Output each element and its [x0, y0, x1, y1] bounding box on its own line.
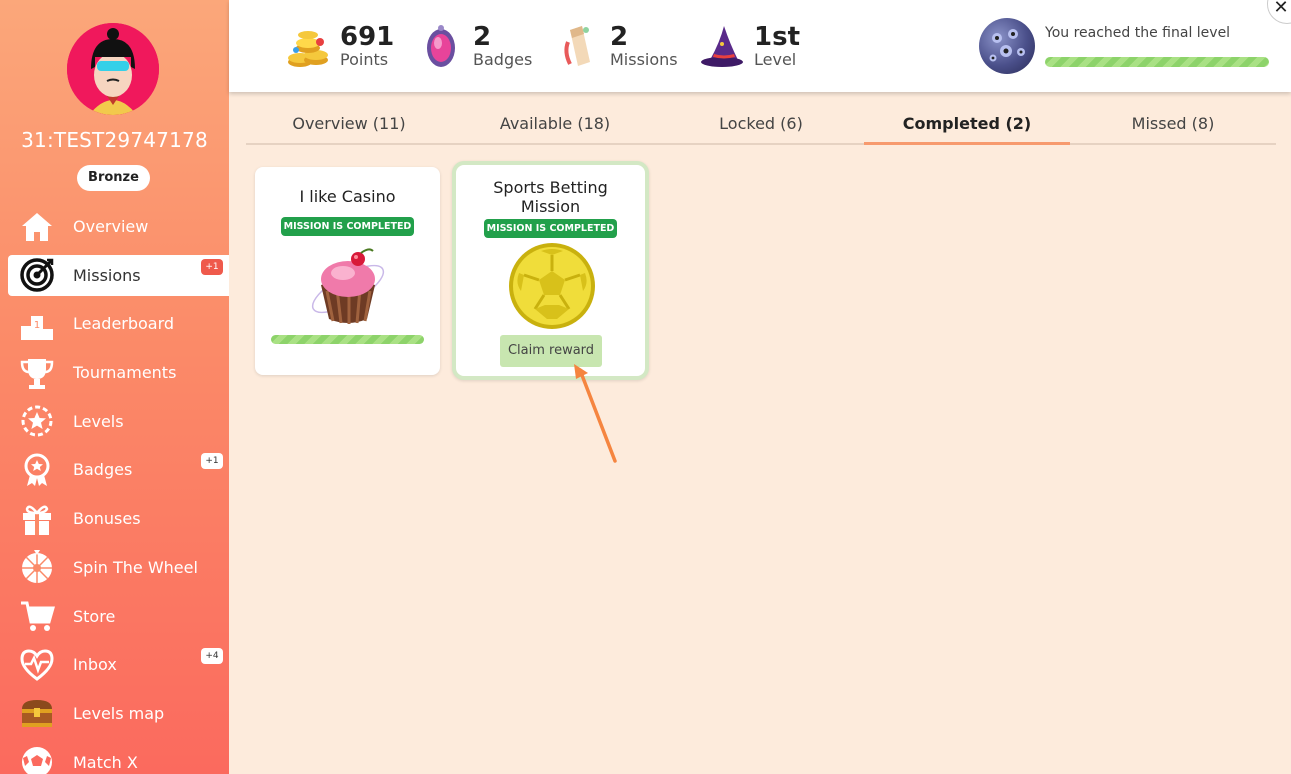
heart-pulse-icon [18, 646, 56, 684]
stat-badges: 2 Badges [419, 16, 532, 76]
sidebar-item-label: Missions [73, 265, 141, 285]
sidebar-item-label: Bonuses [73, 509, 141, 529]
close-icon: ✕ [1273, 0, 1289, 18]
sidebar-item-levels[interactable]: Levels [0, 401, 229, 442]
sidebar-item-spin-the-wheel[interactable]: Spin The Wheel [0, 547, 229, 588]
sidebar-item-label: Inbox [73, 655, 117, 675]
sidebar-item-label: Store [73, 606, 116, 626]
final-level-progress-bar [1045, 57, 1269, 67]
mission-tabs: Overview (11) Available (18) Locked (6) … [246, 107, 1276, 145]
tab-overview[interactable]: Overview (11) [246, 107, 452, 143]
mission-card[interactable]: Sports Betting Mission MISSION IS COMPLE… [452, 161, 649, 380]
tab-completed[interactable]: Completed (2) [864, 107, 1070, 145]
medal-icon [18, 451, 56, 489]
sidebar-item-leaderboard[interactable]: 1 Leaderboard [0, 303, 229, 344]
mission-title: I like Casino [299, 187, 396, 206]
username: 31:TEST29747178 [21, 128, 208, 152]
user-avatar[interactable] [67, 23, 159, 115]
sidebar-item-tournaments[interactable]: Tournaments [0, 352, 229, 393]
wizard-hat-icon [700, 22, 744, 70]
sidebar-item-label: Levels map [73, 703, 165, 723]
level-label: Level [754, 50, 797, 69]
podium-icon: 1 [18, 305, 56, 343]
wheel-icon [18, 548, 56, 586]
sidebar-nav: Overview Missions +1 1 Leaderboard Tourn… [0, 206, 229, 774]
cart-icon [18, 597, 56, 635]
final-level-text: You reached the final level [1045, 25, 1231, 41]
treasure-chest-icon [18, 694, 56, 732]
sidebar-item-label: Levels [73, 411, 124, 431]
gift-icon [18, 500, 56, 538]
star-gear-icon [18, 402, 56, 440]
final-level-progress: You reached the final level [979, 18, 1271, 76]
stats-header: 691 Points 2 Badges 2 Missions 1st Level… [229, 0, 1291, 92]
badges-value: 2 [473, 22, 492, 52]
soccer-ball-icon [507, 241, 597, 331]
sidebar-item-label: Spin The Wheel [73, 557, 198, 577]
soccer-ball-icon [18, 743, 56, 774]
planet-icon [979, 18, 1035, 74]
coins-icon [286, 22, 330, 70]
sidebar-item-label: Match X [73, 752, 138, 772]
pointer-arrow-icon [574, 364, 617, 463]
mission-status-badge: MISSION IS COMPLETED [484, 219, 617, 238]
sidebar-item-overview[interactable]: Overview [0, 206, 229, 247]
sidebar-item-missions[interactable]: Missions +1 [8, 254, 229, 296]
stat-level: 1st Level [700, 16, 800, 76]
sidebar-item-label: Badges [73, 460, 133, 480]
level-value: 1st [754, 22, 800, 52]
notification-badge: +1 [201, 258, 223, 275]
notification-badge: +1 [201, 453, 223, 470]
sidebar-item-badges[interactable]: Badges +1 [0, 449, 229, 490]
svg-text:1: 1 [34, 320, 40, 331]
trophy-icon [18, 354, 56, 392]
points-label: Points [340, 50, 389, 69]
tab-locked[interactable]: Locked (6) [658, 107, 864, 143]
notification-badge: +4 [201, 648, 223, 665]
mission-progress-bar [271, 335, 424, 344]
sidebar-item-match-x[interactable]: Match X [0, 742, 229, 774]
target-icon [18, 256, 56, 294]
sidebar: 31:TEST29747178 Bronze Overview Missions… [0, 0, 229, 774]
home-icon [18, 208, 56, 246]
stat-points: 691 Points [286, 16, 394, 76]
sidebar-item-label: Leaderboard [73, 314, 175, 334]
mission-title: Sports Betting Mission [493, 178, 608, 216]
gem-icon [419, 22, 463, 70]
sidebar-item-inbox[interactable]: Inbox +4 [0, 644, 229, 685]
missions-value: 2 [610, 22, 629, 52]
sidebar-item-levels-map[interactable]: Levels map [0, 693, 229, 734]
scroll-icon [556, 22, 600, 70]
sidebar-item-label: Overview [73, 217, 149, 236]
sidebar-item-bonuses[interactable]: Bonuses [0, 498, 229, 539]
mission-status-badge: MISSION IS COMPLETED [281, 217, 414, 236]
badges-label: Badges [473, 50, 533, 69]
tab-missed[interactable]: Missed (8) [1070, 107, 1276, 143]
tier-badge: Bronze [77, 165, 150, 191]
sidebar-item-label: Tournaments [73, 363, 177, 383]
cupcake-icon [303, 241, 393, 331]
points-value: 691 [340, 22, 395, 52]
mission-card[interactable]: I like Casino MISSION IS COMPLETED [255, 167, 440, 375]
sidebar-item-store[interactable]: Store [0, 596, 229, 637]
missions-label: Missions [610, 50, 678, 69]
stat-missions: 2 Missions [556, 16, 678, 76]
tab-available[interactable]: Available (18) [452, 107, 658, 143]
